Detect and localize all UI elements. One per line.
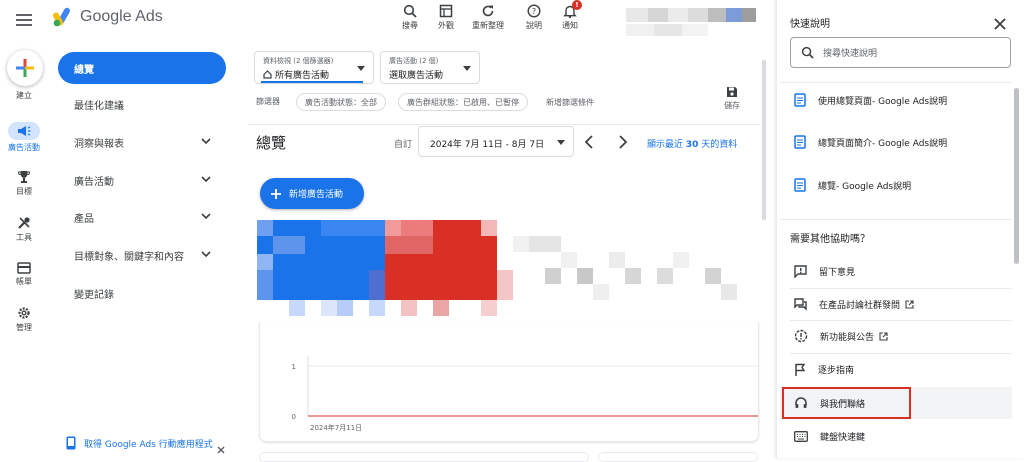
account-area[interactable]: [622, 6, 762, 40]
performance-chart: 0 1 2024年7月11日: [292, 356, 758, 432]
chevron-down-icon: [201, 138, 211, 145]
help-action-keyboard[interactable]: 鍵盤快速鍵: [780, 420, 1012, 452]
rail-create-label: 建立: [16, 91, 32, 100]
page-title: 總覽: [256, 134, 287, 152]
more-help-heading: 需要其他協助嗎？: [790, 234, 870, 245]
tools-icon: [18, 217, 30, 229]
app-name: Google Ads: [80, 8, 163, 25]
announcement-icon: [794, 329, 808, 343]
help-article-2[interactable]: 總覽頁面簡介- Google Ads說明: [780, 124, 1012, 160]
dropdown-arrow-icon: [463, 66, 471, 71]
save-icon: [727, 87, 737, 97]
nav-audiences-keywords[interactable]: 目標對象、關鍵字和內容: [58, 239, 226, 271]
nav-campaigns[interactable]: 廣告活動: [58, 164, 226, 196]
filters-label: 篩選器: [256, 97, 280, 106]
billing-icon: [17, 262, 31, 274]
home-icon: [263, 70, 272, 79]
external-link-icon: [879, 331, 888, 341]
close-icon: [994, 18, 1006, 30]
help-action-community[interactable]: 在產品討論社群發問: [780, 288, 1012, 320]
help-panel-title: 快速說明: [790, 19, 830, 30]
filter-chip-campaign-status[interactable]: 廣告活動狀態：全部: [296, 93, 386, 111]
save-button[interactable]: 儲存: [718, 86, 746, 111]
dropdown-arrow-icon: [357, 66, 365, 71]
redacted-metrics: [257, 220, 757, 320]
contact-highlight-box: [782, 387, 911, 419]
y-tick-label: 0: [292, 413, 296, 421]
nav-change-history[interactable]: 變更記錄: [58, 277, 226, 309]
promo-close-icon[interactable]: [217, 439, 225, 458]
main-scrollbar[interactable]: [762, 60, 766, 220]
search-button[interactable]: 搜尋: [392, 0, 428, 31]
search-icon: [403, 4, 417, 18]
svg-text:?: ?: [532, 7, 536, 16]
help-scrollbar[interactable]: [1014, 88, 1019, 264]
date-range-picker[interactable]: 2024年 7月 11日 - 8月 7日: [418, 126, 574, 157]
create-button[interactable]: [7, 50, 43, 86]
new-campaign-button[interactable]: 新增廣告活動: [260, 178, 364, 209]
filter-chip-adgroup-status[interactable]: 廣告群組狀態：已啟用、已暫停: [398, 93, 528, 111]
show-recent-link[interactable]: 顯示最近 30 天的資料: [647, 137, 737, 150]
help-action-guide[interactable]: 逐步指南: [780, 353, 1012, 385]
appearance-button[interactable]: 外觀: [428, 0, 464, 31]
nav-overview[interactable]: 總覽: [58, 52, 226, 84]
rail-tools[interactable]: 工具: [0, 216, 48, 243]
help-action-announcements[interactable]: 新功能與公告: [780, 320, 1012, 352]
rail-campaigns[interactable]: 廣告活動: [0, 122, 48, 153]
rail-billing[interactable]: 帳單: [0, 262, 48, 287]
search-icon: [801, 46, 814, 59]
forum-icon: [794, 297, 807, 311]
x-tick-label: 2024年7月11日: [310, 423, 362, 432]
chevron-down-icon: [201, 176, 211, 183]
chart-card: 0 1 2024年7月11日: [259, 322, 759, 442]
chevron-down-icon: [201, 213, 211, 220]
help-action-feedback[interactable]: 留下意見: [780, 255, 1012, 287]
view-selector[interactable]: 資料檢視 (2 個篩選器) 所有廣告活動: [254, 51, 374, 84]
app-promo[interactable]: 取得 Google Ads 行動應用程式: [66, 436, 213, 450]
y-tick-label: 1: [292, 363, 296, 371]
menu-icon[interactable]: [16, 12, 32, 31]
rail-goals[interactable]: 目標: [0, 170, 48, 197]
close-help-button[interactable]: [994, 15, 1006, 34]
ads-logo-icon: [53, 7, 70, 27]
article-icon: [794, 135, 806, 149]
keyboard-icon: [794, 430, 808, 442]
help-search[interactable]: 搜尋快速說明: [790, 37, 1011, 68]
flag-icon: [795, 363, 806, 376]
chevron-right-icon: [619, 135, 628, 149]
campaign-selector[interactable]: 廣告活動 (2 個) 選取廣告活動: [380, 51, 480, 84]
gear-icon: [18, 307, 30, 319]
help-article-1[interactable]: 使用總覽頁面- Google Ads說明: [780, 82, 1012, 118]
rail-admin[interactable]: 管理: [0, 306, 48, 333]
article-icon: [794, 93, 806, 107]
google-ads-logo[interactable]: Google Ads: [52, 6, 163, 28]
next-period-button[interactable]: [618, 134, 628, 153]
prev-period-button[interactable]: [584, 134, 594, 153]
plus-icon: [16, 59, 34, 77]
external-link-icon: [905, 299, 914, 309]
appearance-icon: [439, 4, 453, 18]
notifications-button[interactable]: 通知 !: [552, 0, 588, 31]
help-article-3[interactable]: 總覽- Google Ads說明: [780, 167, 1012, 203]
nav-insights-reports[interactable]: 洞察與報表: [58, 126, 226, 158]
refresh-button[interactable]: 重新整理: [468, 0, 508, 31]
chevron-left-icon: [584, 135, 593, 149]
nav-products[interactable]: 產品: [58, 201, 226, 233]
trophy-icon: [17, 171, 31, 183]
phone-icon: [66, 436, 76, 450]
date-label: 自訂: [394, 140, 413, 150]
notification-badge: !: [572, 0, 582, 10]
feedback-icon: [794, 264, 807, 278]
help-icon: ?: [527, 4, 541, 18]
nav-recommendations[interactable]: 最佳化建議: [58, 88, 226, 120]
article-icon: [794, 178, 806, 192]
dropdown-arrow-icon: [557, 140, 565, 145]
campaign-icon: [18, 126, 31, 136]
chevron-down-icon: [201, 251, 211, 258]
refresh-icon: [482, 5, 494, 17]
plus-icon: [271, 188, 281, 199]
add-filter-link[interactable]: 新增篩選條件: [546, 97, 594, 108]
help-button[interactable]: ? 說明: [516, 0, 552, 31]
